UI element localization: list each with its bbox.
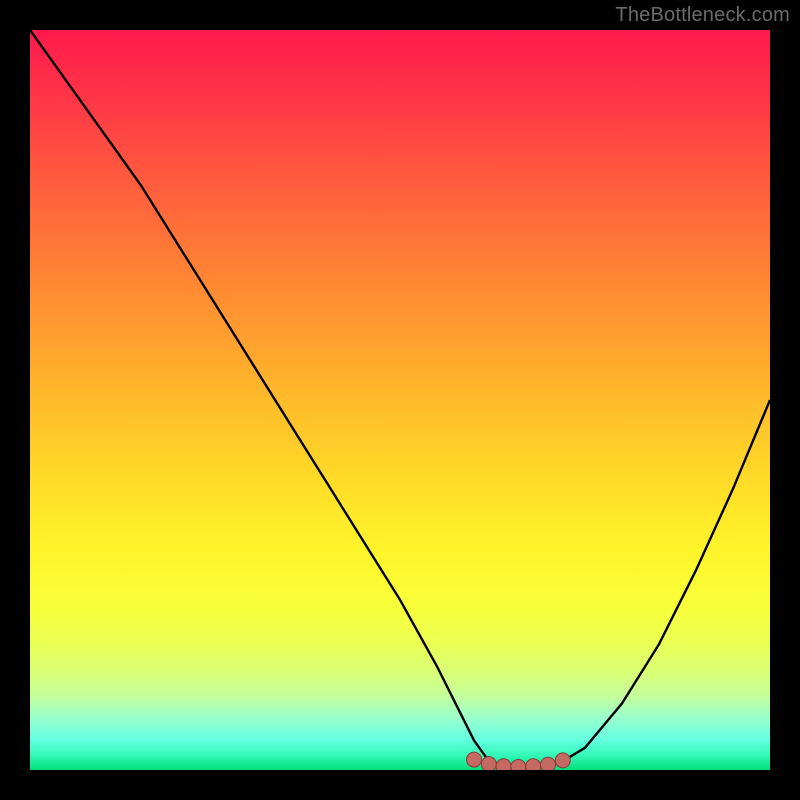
optimal-marker — [555, 753, 570, 768]
watermark-text: TheBottleneck.com — [615, 4, 790, 27]
bottleneck-curve-svg — [30, 30, 770, 770]
bottleneck-curve — [30, 30, 770, 768]
chart-frame: TheBottleneck.com — [0, 0, 800, 800]
optimal-marker — [496, 759, 511, 770]
chart-plot-area — [30, 30, 770, 770]
optimal-marker — [541, 757, 556, 770]
optimal-range-markers — [467, 752, 571, 770]
optimal-marker — [467, 752, 482, 767]
optimal-marker — [511, 760, 526, 771]
optimal-marker — [481, 757, 496, 770]
optimal-marker — [526, 759, 541, 770]
